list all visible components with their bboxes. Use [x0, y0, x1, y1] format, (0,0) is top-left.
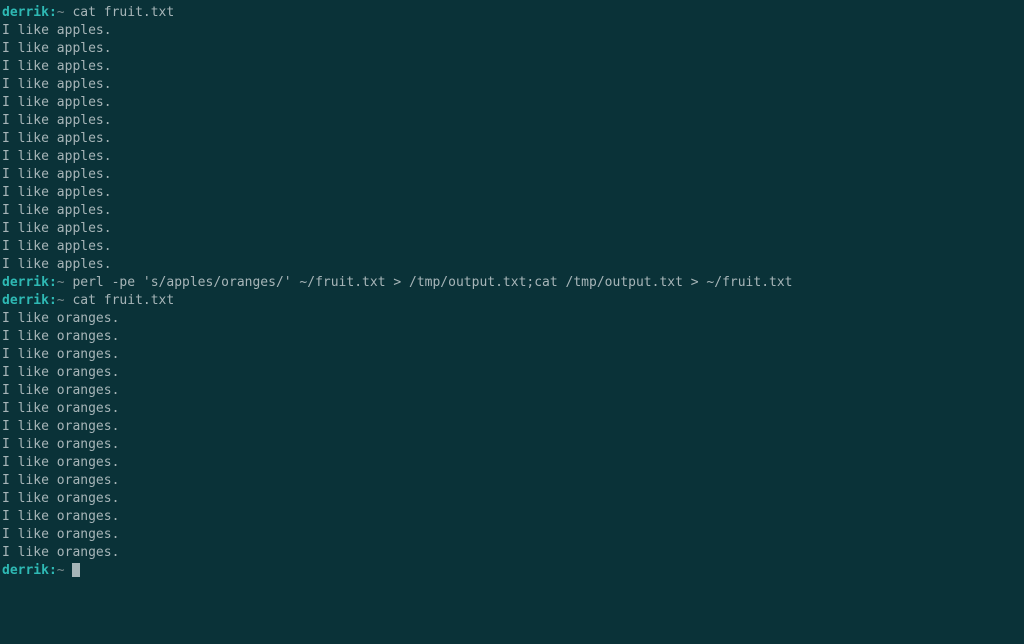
prompt-line[interactable]: derrik:~	[2, 562, 1022, 580]
output-line: I like oranges.	[2, 508, 1022, 526]
output-line: I like apples.	[2, 40, 1022, 58]
output-line: I like oranges.	[2, 400, 1022, 418]
prompt-path: ~	[57, 563, 65, 578]
output-line: I like apples.	[2, 76, 1022, 94]
output-line: I like oranges.	[2, 454, 1022, 472]
command-text: cat fruit.txt	[72, 293, 174, 308]
cursor	[72, 563, 80, 577]
output-line: I like oranges.	[2, 310, 1022, 328]
output-line: I like apples.	[2, 220, 1022, 238]
prompt-user: derrik:	[2, 293, 57, 308]
output-line: I like oranges.	[2, 346, 1022, 364]
prompt-line[interactable]: derrik:~ perl -pe 's/apples/oranges/' ~/…	[2, 274, 1022, 292]
output-line: I like oranges.	[2, 472, 1022, 490]
output-line: I like apples.	[2, 94, 1022, 112]
output-line: I like apples.	[2, 184, 1022, 202]
output-line: I like oranges.	[2, 382, 1022, 400]
prompt-path: ~	[57, 275, 65, 290]
output-line: I like apples.	[2, 148, 1022, 166]
output-line: I like apples.	[2, 112, 1022, 130]
output-line: I like apples.	[2, 22, 1022, 40]
prompt-user: derrik:	[2, 563, 57, 578]
output-line: I like oranges.	[2, 364, 1022, 382]
terminal[interactable]: derrik:~ cat fruit.txtI like apples.I li…	[2, 4, 1022, 580]
command-text: perl -pe 's/apples/oranges/' ~/fruit.txt…	[72, 275, 792, 290]
prompt-user: derrik:	[2, 275, 57, 290]
output-line: I like oranges.	[2, 526, 1022, 544]
output-line: I like apples.	[2, 256, 1022, 274]
prompt-path: ~	[57, 5, 65, 20]
output-line: I like oranges.	[2, 436, 1022, 454]
output-line: I like oranges.	[2, 490, 1022, 508]
output-line: I like oranges.	[2, 328, 1022, 346]
output-line: I like apples.	[2, 58, 1022, 76]
output-line: I like apples.	[2, 238, 1022, 256]
prompt-path: ~	[57, 293, 65, 308]
output-line: I like oranges.	[2, 418, 1022, 436]
prompt-user: derrik:	[2, 5, 57, 20]
prompt-line[interactable]: derrik:~ cat fruit.txt	[2, 4, 1022, 22]
output-line: I like apples.	[2, 202, 1022, 220]
prompt-line[interactable]: derrik:~ cat fruit.txt	[2, 292, 1022, 310]
output-line: I like oranges.	[2, 544, 1022, 562]
output-line: I like apples.	[2, 130, 1022, 148]
output-line: I like apples.	[2, 166, 1022, 184]
command-text: cat fruit.txt	[72, 5, 174, 20]
